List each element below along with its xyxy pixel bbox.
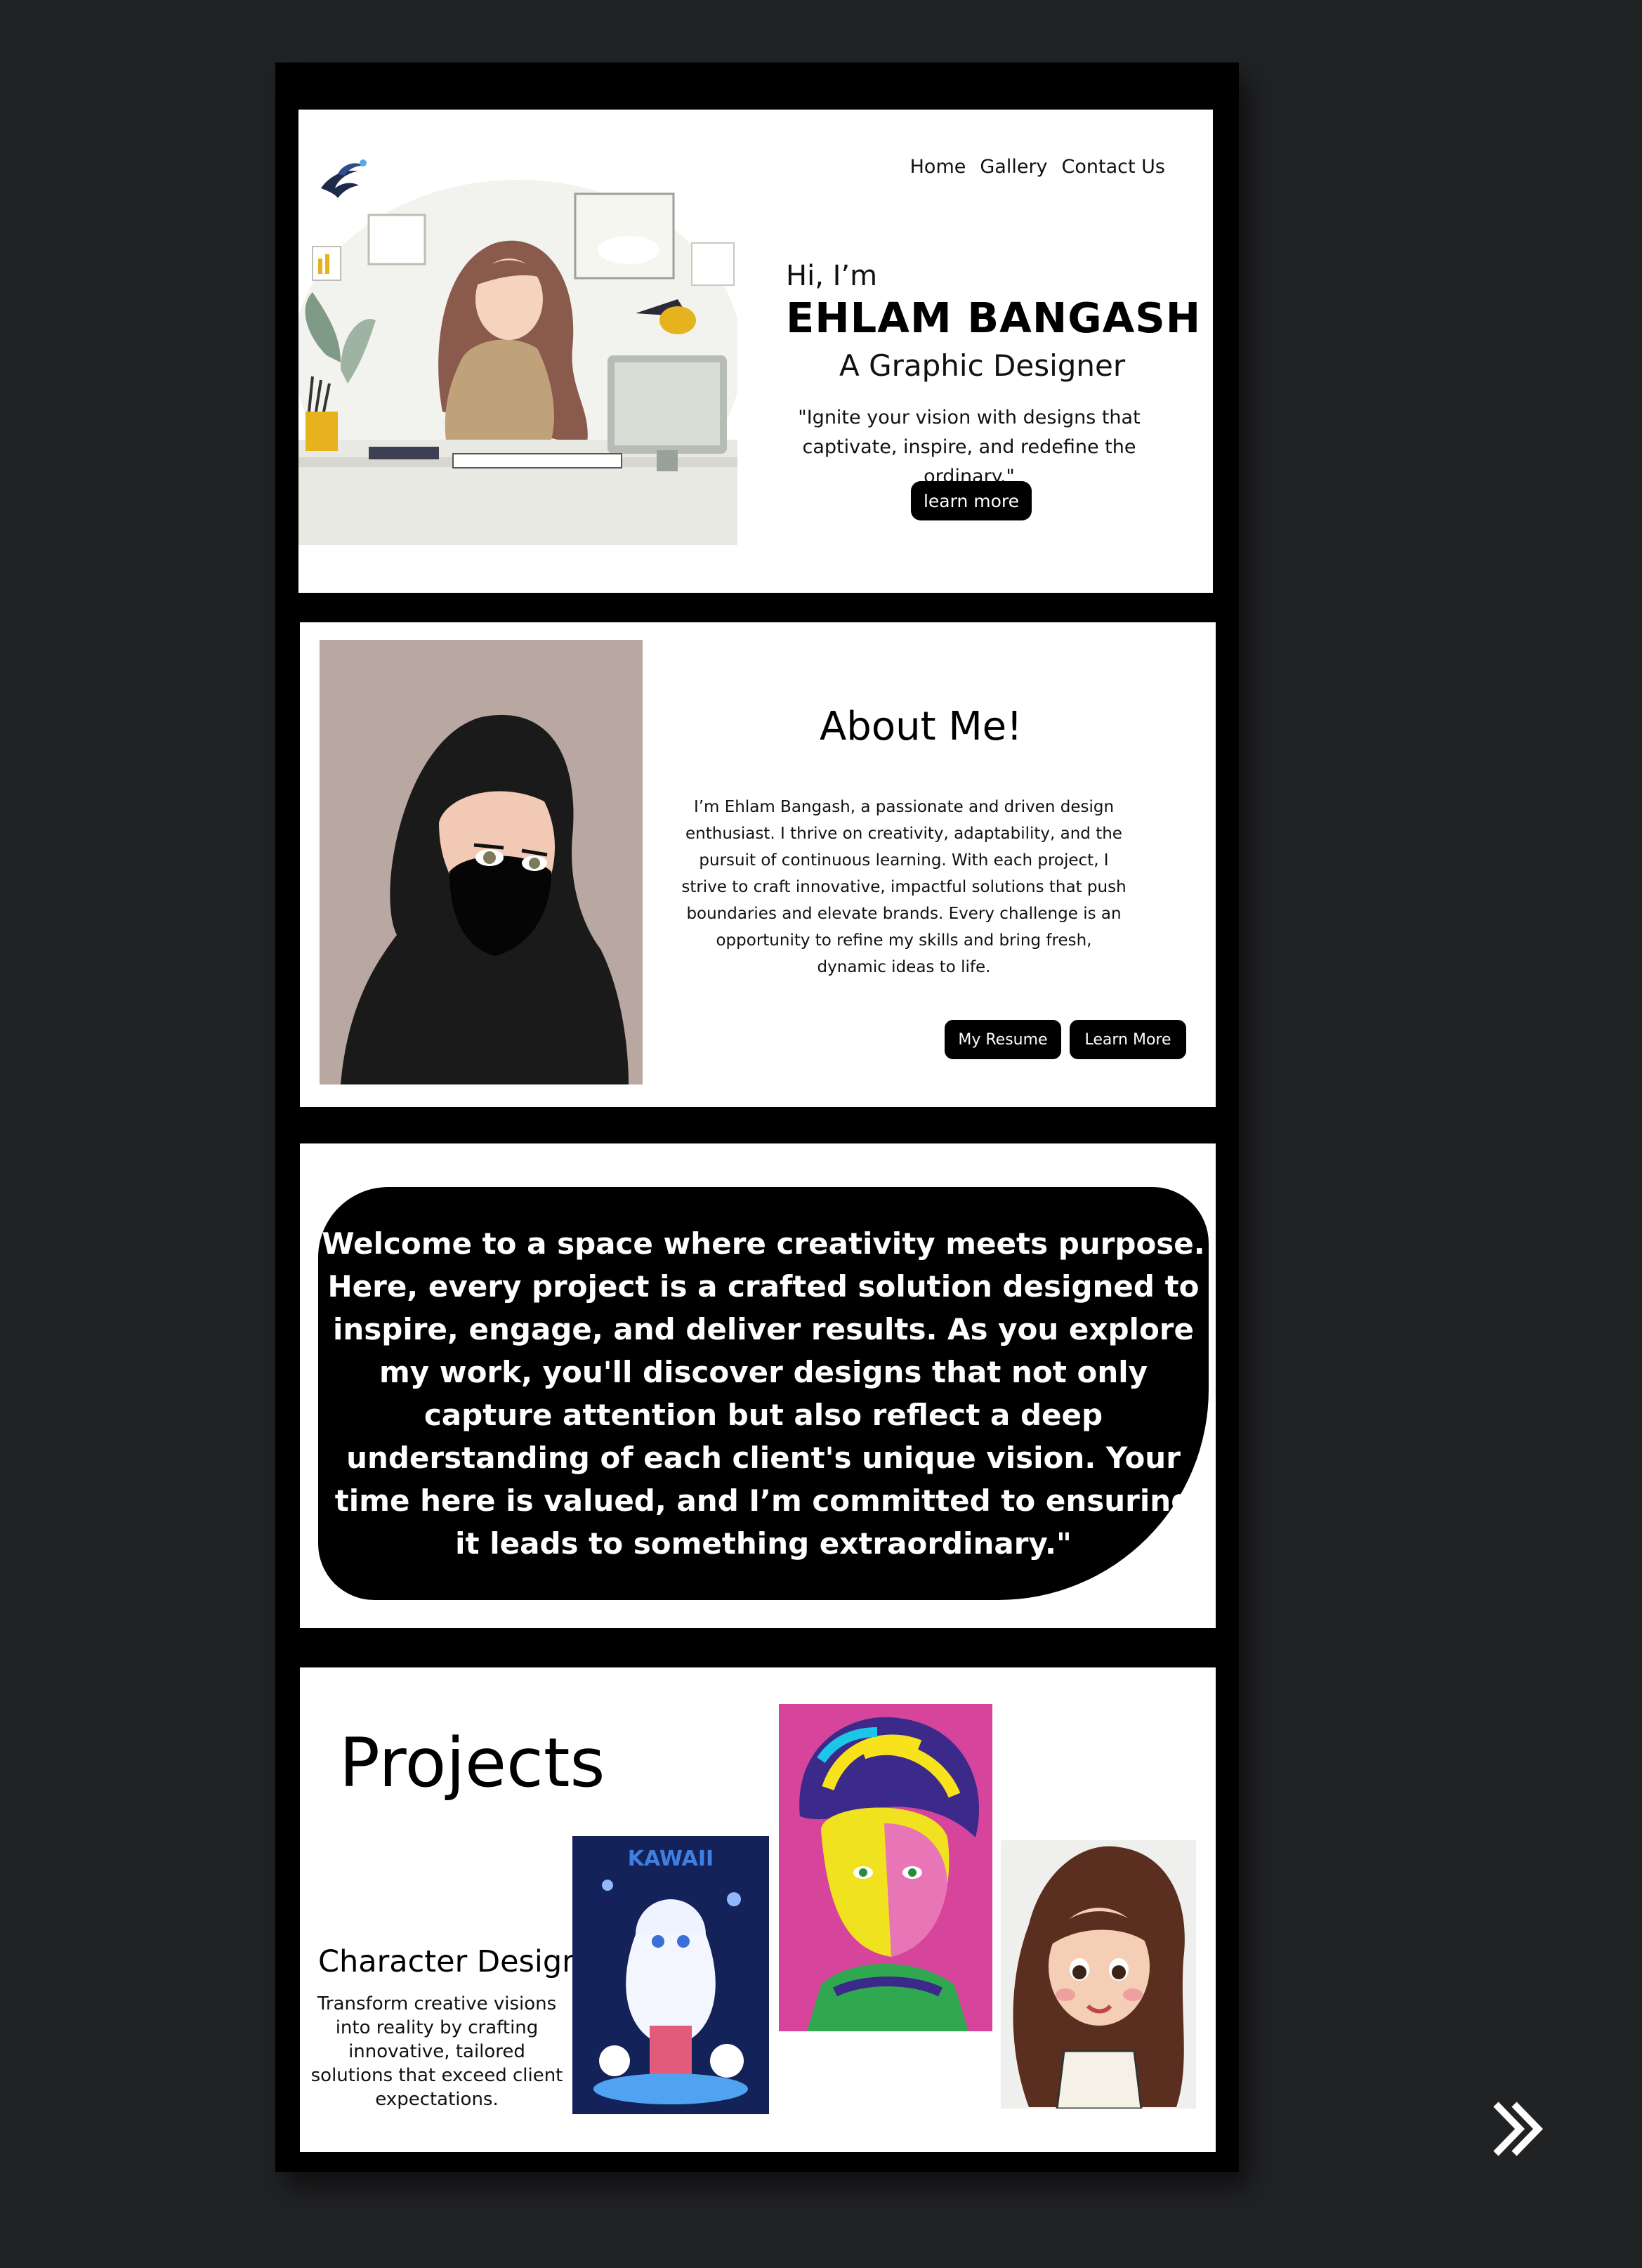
nav-home[interactable]: Home — [910, 156, 966, 178]
character-designs-text: Transform creative visions into reality … — [310, 1993, 563, 2110]
pop-art-portrait[interactable] — [779, 1704, 992, 2031]
next-arrow-icon[interactable] — [1489, 2097, 1552, 2161]
hero-name: EHLAM BANGASH — [786, 294, 1202, 342]
character-designs-title: Character Designs — [318, 1944, 597, 1979]
hero-role: A Graphic Designer — [839, 348, 1126, 383]
my-resume-button[interactable]: My Resume — [945, 1020, 1061, 1059]
nav-contact-us[interactable]: Contact Us — [1062, 156, 1165, 178]
kawaii-artwork-label: KAWAII — [628, 1847, 714, 1871]
projects-title: Projects — [339, 1724, 605, 1802]
about-learn-more-button[interactable]: Learn More — [1070, 1020, 1186, 1059]
about-text: I’m Ehlam Bangash, a passionate and driv… — [681, 798, 1127, 976]
hero-greeting: Hi, I’m — [786, 260, 878, 292]
hero-quote: "Ignite your vision with designs that ca… — [798, 407, 1141, 487]
about-section: About Me! I’m Ehlam Bangash, a passionat… — [300, 622, 1216, 1107]
projects-section: Projects Character Designs Transform cre… — [300, 1667, 1216, 2152]
about-title: About Me! — [820, 704, 1023, 749]
learn-more-button[interactable]: learn more — [911, 481, 1032, 520]
curly-hair-girl-artwork[interactable] — [1001, 1840, 1196, 2109]
welcome-section: Welcome to a space where creativity meet… — [300, 1143, 1216, 1628]
welcome-banner: Welcome to a space where creativity meet… — [318, 1187, 1209, 1600]
nav-gallery[interactable]: Gallery — [980, 156, 1047, 178]
main-nav: Home Gallery Contact Us — [910, 156, 1165, 178]
about-portrait — [320, 640, 643, 1084]
designer-illustration — [298, 180, 737, 545]
kawaii-artwork[interactable]: KAWAII — [572, 1836, 769, 2114]
hero-section: Home Gallery Contact Us Hi, I’m EHLAM BA… — [298, 110, 1213, 593]
welcome-text: Welcome to a space where creativity meet… — [322, 1226, 1205, 1561]
